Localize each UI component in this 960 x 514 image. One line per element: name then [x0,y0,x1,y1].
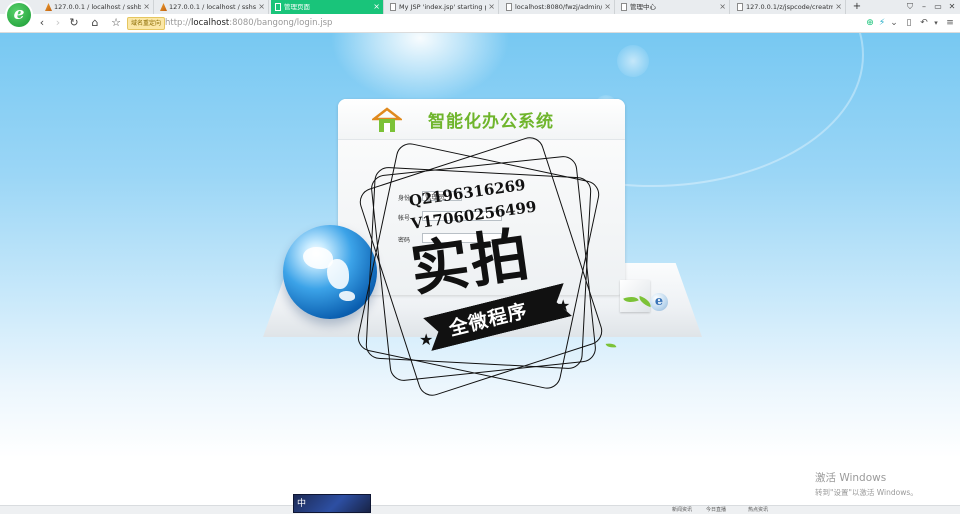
menu-icon[interactable]: ≡ [944,15,956,31]
tab-admin-page[interactable]: 管理页面 × [271,0,384,14]
page-icon [737,3,743,11]
browser-logo[interactable]: e [7,3,31,27]
speed-mode-icon[interactable]: ⚡ [876,15,888,31]
address-bar[interactable]: http://localhost:8080/bangong/login.jsp [165,14,332,32]
login-header: 智能化办公系统 [338,99,625,140]
password-input[interactable] [422,233,502,243]
back-icon[interactable]: ‹ [34,15,50,31]
url-prefix: http:// [165,18,192,28]
activate-hint: 转到"设置"以激活 Windows。 [815,488,918,497]
close-icon[interactable]: × [604,0,611,14]
role-select[interactable]: 管理员 [422,191,462,201]
page-icon [506,3,512,11]
tab-management-center[interactable]: 管理中心 × [617,0,730,14]
tab-label: localhost:8080/fwzj/admin/in [515,3,602,11]
page-icon [621,3,627,11]
home-icon[interactable]: ⌂ [87,15,103,31]
close-icon[interactable]: × [719,0,726,14]
close-window-icon[interactable]: ✕ [946,0,958,14]
close-icon[interactable]: × [373,0,380,14]
maximize-icon[interactable]: ▭ [932,0,944,14]
tab-fwzj-admin[interactable]: localhost:8080/fwzj/admin/in × [502,0,615,14]
close-icon[interactable]: × [143,0,150,14]
tab-phpmyadmin-sshbas[interactable]: 127.0.0.1 / localhost / sshbas × [41,0,154,14]
navigation-bar: ‹ › ↻ ⌂ ☆ 域名重定向 http://localhost:8080/ba… [0,14,960,33]
new-tab-button[interactable]: + [851,0,863,14]
house-logo-icon [372,107,402,132]
tab-label: My JSP 'index.jsp' starting pa [399,3,486,11]
tab-label: 管理页面 [284,3,310,11]
phpmyadmin-icon [160,3,167,11]
system-title: 智能化办公系统 [428,112,554,132]
close-icon[interactable]: × [488,0,495,14]
tab-label: 127.0.0.1 / localhost / sshshe [169,3,256,11]
password-label: 密码 [398,237,411,244]
account-input[interactable] [422,211,502,221]
status-item-hot[interactable]: 热点资讯 [748,506,768,513]
close-icon[interactable]: × [258,0,265,14]
page-icon [275,3,281,11]
ie-logo-icon: e [650,293,668,311]
reading-mode-icon[interactable]: ▯ [903,15,915,31]
tab-jspcode[interactable]: 127.0.0.1/z/jspcode/creatme × [733,0,846,14]
status-item-live[interactable]: 今日直播 [706,506,726,513]
url-host: localhost [191,18,230,28]
login-panel: 智能化办公系统 身份 管理员 帐号 密码 [338,99,625,295]
dropdown-icon[interactable]: ▾ [930,15,942,31]
globe-image [283,225,377,319]
page-icon [390,3,396,11]
close-icon[interactable]: × [835,0,842,14]
bookmark-star-icon[interactable]: ☆ [108,15,124,31]
tab-label: 127.0.0.1/z/jspcode/creatme [746,3,833,11]
redirect-badge[interactable]: 域名重定向 [127,17,166,30]
url-path: :8080/bangong/login.jsp [229,18,333,28]
tab-label: 管理中心 [630,3,656,11]
chevron-down-icon[interactable]: ⌄ [888,15,900,31]
role-label: 身份 [398,195,411,202]
activate-title: 激活 Windows [815,472,887,484]
status-item-news[interactable]: 新闻资讯 [672,506,692,513]
lens-flare [617,45,649,77]
plant-box-image [620,280,650,312]
tab-index-jsp[interactable]: My JSP 'index.jsp' starting pa × [386,0,499,14]
forward-icon[interactable]: › [50,15,66,31]
security-icon[interactable]: ⊕ [864,15,876,31]
account-label: 帐号 [398,215,411,222]
minimize-icon[interactable]: – [918,0,930,14]
tab-bar: 127.0.0.1 / localhost / sshbas × 127.0.0… [0,0,960,15]
phpmyadmin-icon [45,3,52,11]
activate-windows-notice: 激活 Windows 转到"设置"以激活 Windows。 [815,470,918,498]
reload-icon[interactable]: ↻ [66,15,82,31]
undo-icon[interactable]: ↶ [918,15,930,31]
ime-indicator[interactable]: 中 [293,494,371,513]
tab-label: 127.0.0.1 / localhost / sshbas [54,3,141,11]
shield-icon[interactable]: ⛉ [904,0,916,14]
tab-phpmyadmin-sshshe[interactable]: 127.0.0.1 / localhost / sshshe × [156,0,269,14]
